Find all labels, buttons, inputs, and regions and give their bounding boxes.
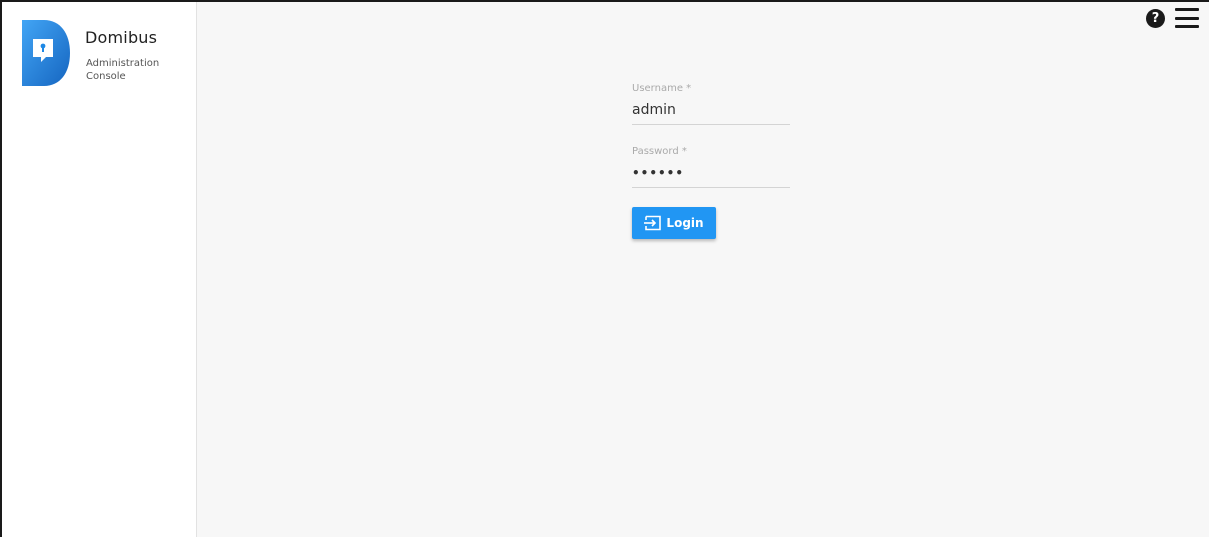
brand-subtitle: Administration Console (86, 58, 160, 82)
login-button-label: Login (666, 216, 704, 230)
login-button[interactable]: Login (632, 207, 716, 239)
domibus-logo-icon (22, 20, 70, 86)
login-enter-icon (644, 215, 662, 231)
password-input[interactable]: •••••• (632, 163, 790, 183)
username-input[interactable]: admin (632, 100, 790, 120)
username-field[interactable]: Username * admin (632, 82, 790, 125)
password-label: Password * (632, 146, 687, 157)
hamburger-menu-icon[interactable] (1175, 8, 1199, 28)
topbar-icons: ? (1146, 8, 1199, 28)
password-field[interactable]: Password * •••••• (632, 145, 790, 188)
sidebar: Domibus Administration Console (2, 2, 197, 537)
app-window: Domibus Administration Console ? Usernam… (0, 0, 1209, 537)
login-form: Username * admin Password * •••••• Login (632, 82, 792, 239)
username-label: Username * (632, 83, 692, 94)
help-icon[interactable]: ? (1146, 8, 1165, 28)
brand-title: Domibus (85, 28, 158, 47)
